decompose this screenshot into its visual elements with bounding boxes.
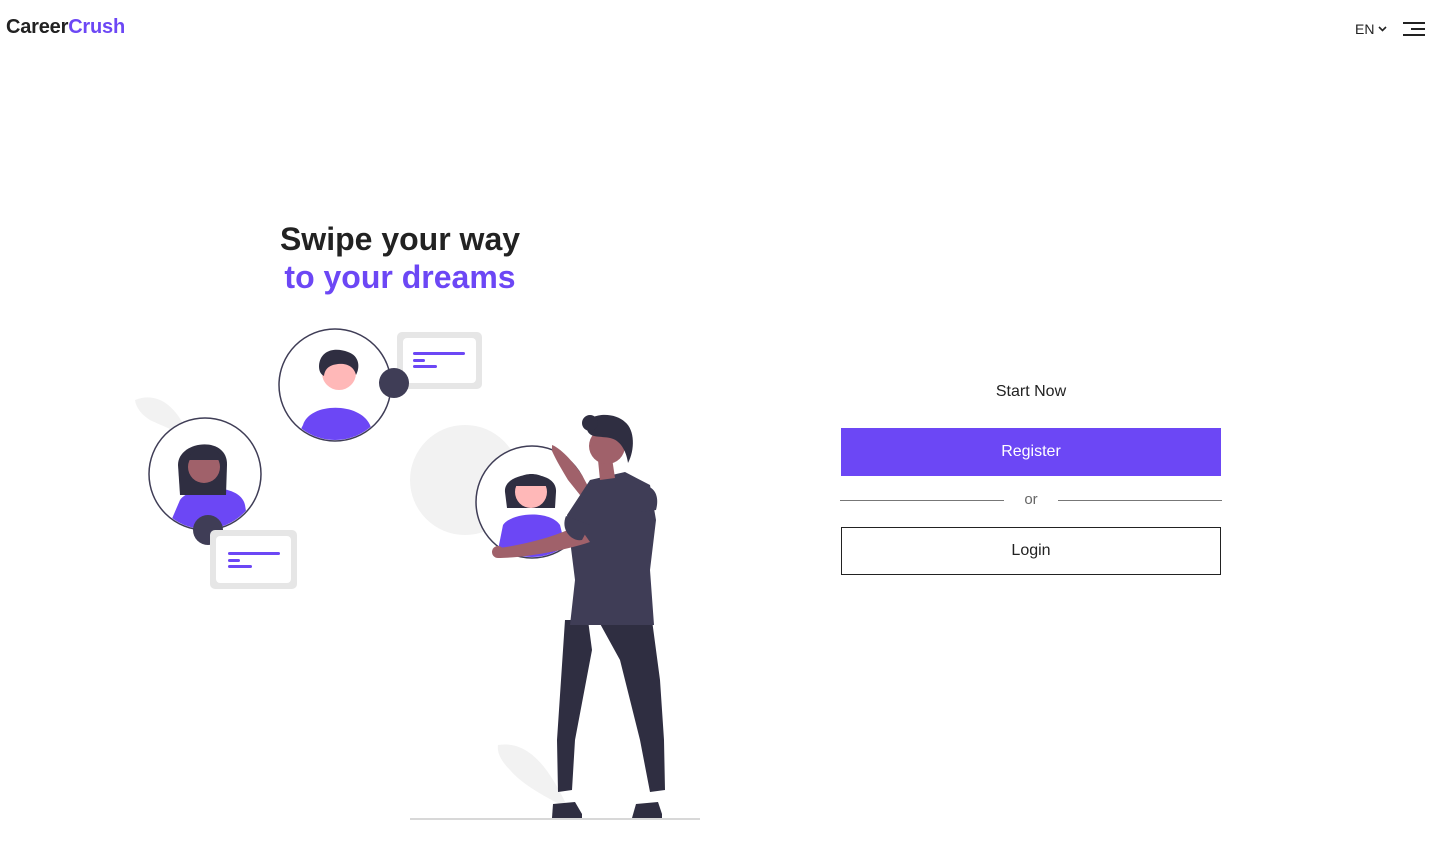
divider-label: or [1024, 491, 1038, 508]
start-now-label: Start Now [995, 383, 1067, 400]
language-selector[interactable]: EN [1355, 21, 1388, 37]
register-button[interactable]: Register [841, 428, 1221, 476]
chevron-down-icon [1378, 26, 1388, 32]
avatar-man-circle [278, 328, 409, 442]
hero-title-line1: Swipe your way [279, 221, 521, 257]
logo[interactable]: CareerCrush [6, 16, 125, 39]
logo-text-crush: Crush [68, 16, 125, 38]
or-divider: or [840, 488, 1222, 512]
divider-line-left [840, 500, 1004, 501]
top-bar: CareerCrush EN [0, 0, 1436, 58]
chat-bubble-top [397, 332, 482, 389]
hamburger-menu-icon [1403, 22, 1425, 36]
logo-text-career: Career [6, 16, 69, 38]
hero-title: Swipe your way to your dreams [240, 220, 560, 296]
hero-title-line2: to your dreams [284, 259, 516, 295]
hamburger-menu-button[interactable] [1401, 20, 1427, 40]
auth-panel: Start Now Register or Login [840, 380, 1222, 575]
login-button[interactable]: Login [841, 527, 1221, 575]
language-label: EN [1355, 21, 1375, 37]
chat-bubble-bottom [210, 530, 297, 589]
divider-line-right [1058, 500, 1222, 501]
hero-illustration [135, 328, 700, 820]
avatar-woman-circle [148, 417, 262, 545]
